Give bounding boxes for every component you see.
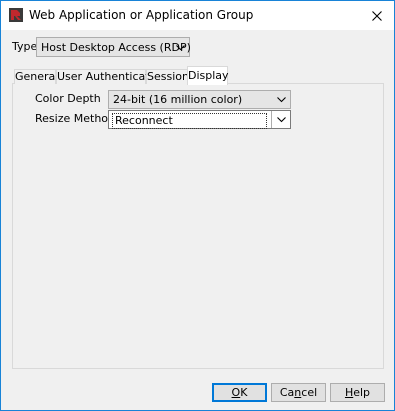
title-bar[interactable]: Web Application or Application Group: [1, 1, 394, 30]
chevron-down-icon: [277, 97, 286, 103]
chevron-down-icon: [176, 45, 185, 51]
color-depth-select[interactable]: 24-bit (16 million color): [108, 90, 291, 109]
app-icon: [9, 8, 23, 22]
cancel-label-start: Ca: [279, 386, 295, 399]
dialog-window: Web Application or Application Group Typ…: [0, 0, 395, 411]
tab-session[interactable]: Session: [146, 69, 189, 84]
cancel-button[interactable]: Cancel: [271, 383, 326, 402]
window-title: Web Application or Application Group: [29, 8, 254, 22]
chevron-down-icon: [277, 117, 286, 123]
ok-label-rest: K: [240, 386, 248, 399]
resize-method-value: Reconnect: [112, 113, 267, 129]
tab-label: General: [15, 70, 59, 83]
tab-general[interactable]: General: [14, 69, 59, 84]
ok-button[interactable]: OK: [212, 383, 267, 402]
help-mnemonic: H: [344, 386, 354, 399]
help-label-rest: elp: [353, 386, 371, 399]
color-depth-value: 24-bit (16 million color): [113, 93, 243, 106]
type-select-value: Host Desktop Access (RDP): [41, 41, 191, 54]
tab-user-authentication[interactable]: User Authentication: [56, 69, 166, 84]
type-select[interactable]: Host Desktop Access (RDP): [36, 37, 191, 57]
resize-method-label: Resize Method: [35, 112, 115, 125]
tab-display[interactable]: Display: [187, 66, 229, 85]
tab-label: Display: [188, 69, 229, 82]
color-depth-label: Color Depth: [35, 92, 101, 105]
help-button[interactable]: Help: [330, 383, 385, 402]
type-label: Type: [12, 40, 38, 53]
ok-mnemonic: O: [231, 386, 241, 399]
close-icon: [372, 10, 382, 21]
tab-label: Session: [147, 70, 189, 83]
resize-method-select[interactable]: Reconnect: [108, 110, 291, 129]
dropdown-separator: [271, 111, 272, 128]
cancel-label-rest: cel: [301, 386, 318, 399]
close-button[interactable]: [360, 1, 394, 30]
